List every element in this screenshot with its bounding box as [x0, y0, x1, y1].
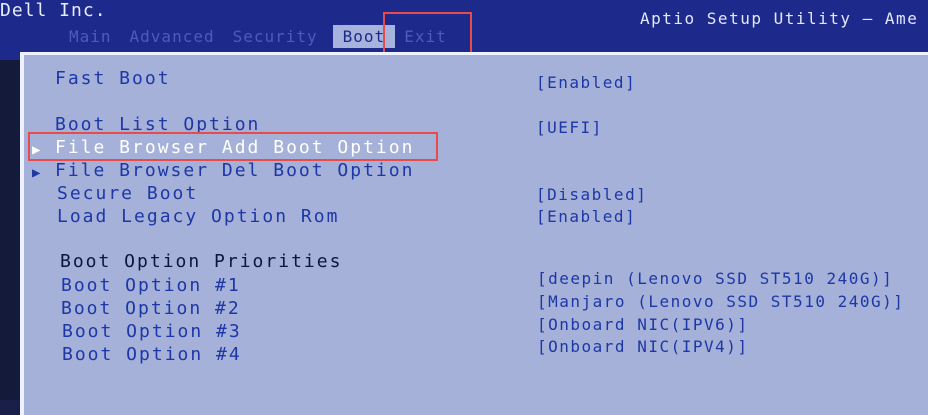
boot-option-2-label[interactable]: Boot Option #2	[61, 298, 241, 319]
boot-option-3-value[interactable]: [Onboard NIC(IPV6)]	[537, 315, 749, 334]
boot-list-option-value[interactable]: [UEFI]	[536, 118, 603, 137]
boot-option-1-label[interactable]: Boot Option #1	[61, 275, 241, 296]
tab-security[interactable]: Security	[224, 27, 327, 46]
tab-main[interactable]: Main	[60, 27, 121, 46]
load-legacy-rom-value[interactable]: [Enabled]	[536, 207, 636, 226]
utility-title: Aptio Setup Utility – Ame	[640, 9, 919, 28]
secure-boot-value[interactable]: [Disabled]	[536, 185, 647, 204]
brand-name: Dell Inc.	[0, 0, 107, 21]
boot-option-4-label[interactable]: Boot Option #4	[62, 344, 242, 365]
boot-priorities-heading: Boot Option Priorities	[60, 251, 343, 272]
bios-screen: Dell Inc. Aptio Setup Utility – Ame Main…	[0, 0, 928, 415]
fast-boot-value[interactable]: [Enabled]	[536, 73, 636, 92]
load-legacy-rom-label[interactable]: Load Legacy Option Rom	[57, 206, 339, 227]
secure-boot-label[interactable]: Secure Boot	[57, 183, 198, 204]
tab-advanced[interactable]: Advanced	[121, 27, 224, 46]
triangle-right-icon: ▶	[32, 165, 41, 181]
fast-boot-label[interactable]: Fast Boot	[55, 68, 171, 89]
row-annotation-box	[28, 132, 438, 161]
file-browser-del-option[interactable]: File Browser Del Boot Option	[55, 160, 414, 181]
boot-option-1-value[interactable]: [deepin (Lenovo SSD ST510 240G)]	[537, 269, 893, 288]
boot-option-2-value[interactable]: [Manjaro (Lenovo SSD ST510 240G)]	[537, 292, 904, 311]
boot-option-4-value[interactable]: [Onboard NIC(IPV4)]	[537, 337, 749, 356]
boot-option-3-label[interactable]: Boot Option #3	[62, 321, 242, 342]
